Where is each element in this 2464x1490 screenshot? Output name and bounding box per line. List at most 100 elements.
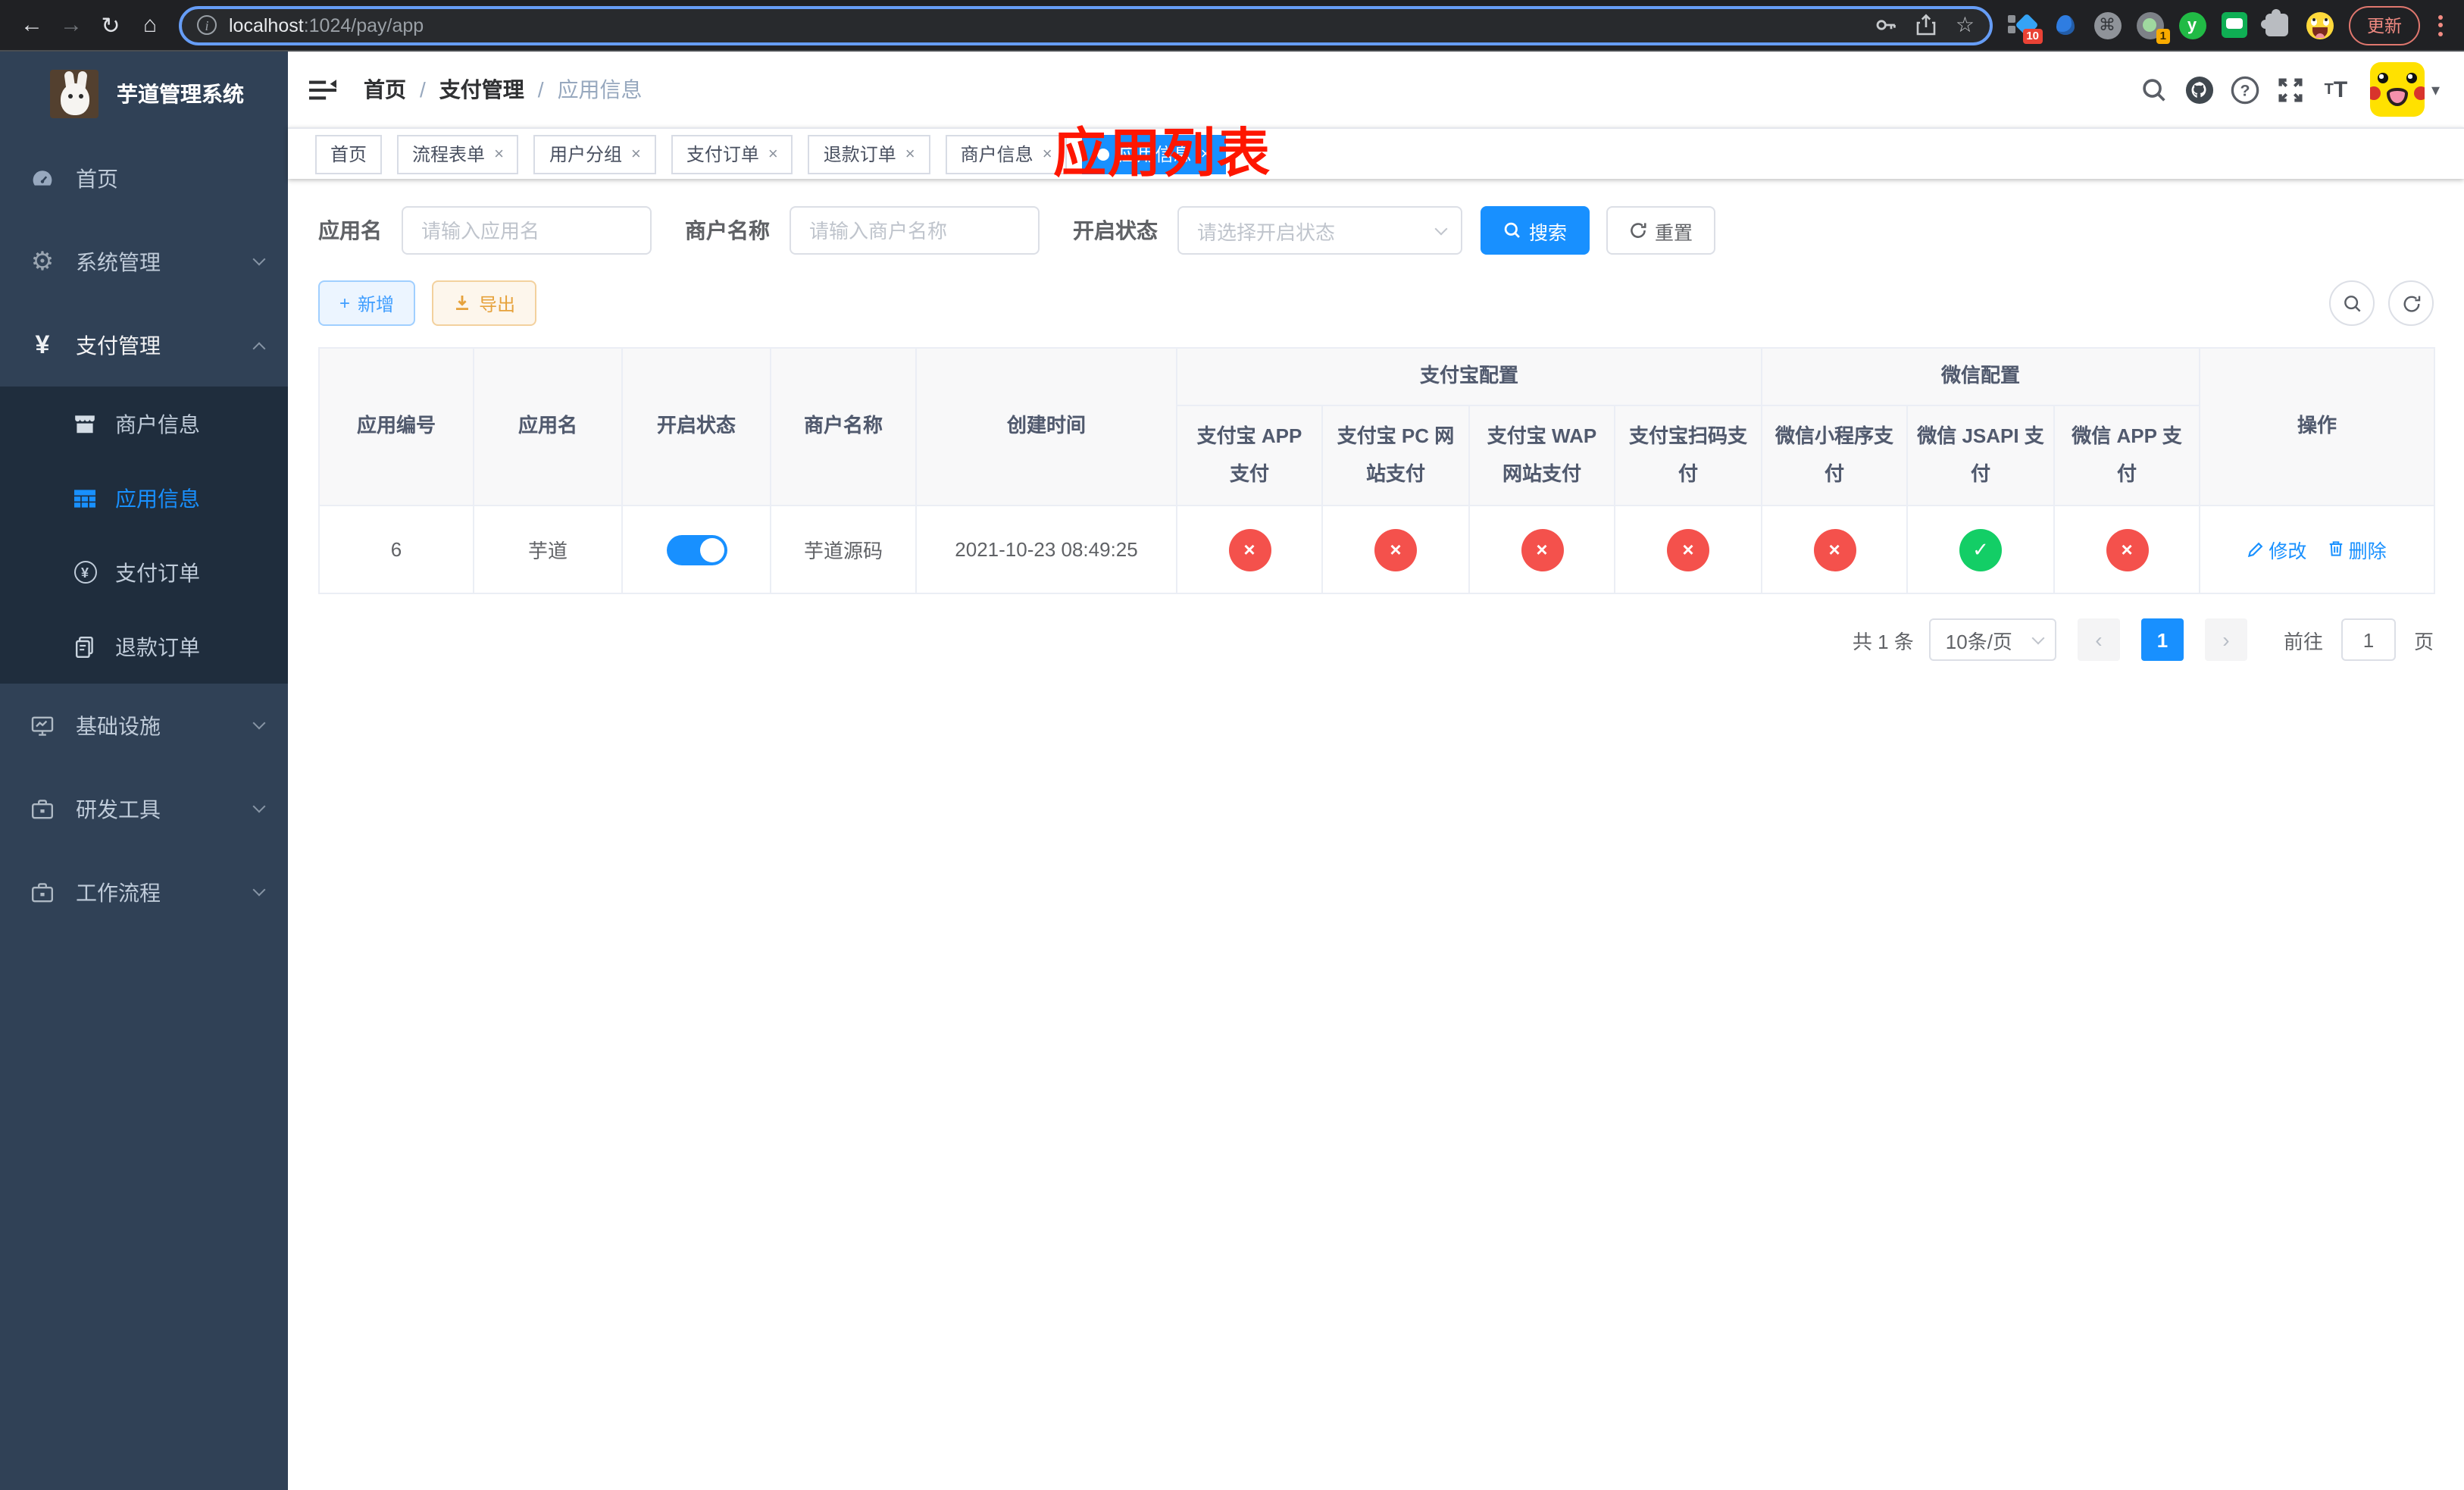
extension-proxy-icon[interactable]: 1 xyxy=(2135,11,2170,44)
col-wechat-jsapi: 微信 JSAPI 支付 xyxy=(1906,405,2056,506)
logo-image xyxy=(50,70,98,118)
extension-balloon-icon[interactable] xyxy=(2050,11,2079,39)
col-alipay-pc: 支付宝 PC 网站支付 xyxy=(1321,405,1470,506)
edit-link[interactable]: 修改 xyxy=(2247,536,2306,565)
tag-refund-order[interactable]: 退款订单 × xyxy=(808,134,930,174)
annotation-title: 应用列表 xyxy=(1053,124,1272,183)
font-size-icon[interactable]: TT xyxy=(2313,67,2359,112)
pagination: 共 1 条 10条/页 ‹ 1 › 前往 页 xyxy=(318,618,2434,661)
search-button[interactable]: 搜索 xyxy=(1481,206,1590,255)
refresh-icon-button[interactable] xyxy=(2388,280,2434,326)
merchant-name-input[interactable] xyxy=(790,206,1040,255)
page-content: 应用名 商户名称 开启状态 请选择开启状态 搜索 重置 xyxy=(288,179,2464,1490)
close-icon[interactable]: × xyxy=(768,145,778,163)
browser-back-icon[interactable]: ← xyxy=(12,5,52,45)
header-search-icon[interactable] xyxy=(2131,67,2177,112)
toggle-search-icon-button[interactable] xyxy=(2329,280,2375,326)
page-size-select[interactable]: 10条/页 xyxy=(1928,618,2056,661)
chevron-down-icon xyxy=(252,883,266,897)
sidebar-item-pay-order[interactable]: ¥ 支付订单 xyxy=(0,535,288,609)
chevron-down-icon xyxy=(252,800,266,813)
tag-home[interactable]: 首页 xyxy=(315,134,383,174)
next-page-button[interactable]: › xyxy=(2204,618,2247,661)
password-key-icon[interactable] xyxy=(1875,14,1898,36)
sidebar-item-merchant-info[interactable]: 商户信息 xyxy=(0,387,288,461)
browser-home-icon[interactable]: ⌂ xyxy=(130,5,170,45)
github-icon[interactable] xyxy=(2177,67,2222,112)
grid-icon xyxy=(73,486,97,510)
sidebar-fold-icon[interactable] xyxy=(309,78,336,101)
goto-suffix: 页 xyxy=(2413,630,2434,653)
sidebar-item-workflow[interactable]: 工作流程 xyxy=(0,850,288,934)
close-icon[interactable]: × xyxy=(631,145,641,163)
table-row: 6 芋道 芋道源码 2021-10-23 08:49:25 × × × × × … xyxy=(318,505,2436,594)
goto-page-input[interactable] xyxy=(2340,618,2396,661)
browser-reload-icon[interactable]: ↻ xyxy=(91,5,130,45)
extension-badge: 10 xyxy=(2022,28,2043,44)
extension-devtools-icon[interactable]: 10 xyxy=(2008,11,2043,44)
merchant-name-label: 商户名称 xyxy=(685,218,770,243)
svg-text:?: ? xyxy=(2240,81,2250,99)
extension-y-icon[interactable]: y xyxy=(2178,11,2206,39)
sidebar-item-payment[interactable]: ¥ 支付管理 xyxy=(0,303,288,387)
status-select[interactable]: 请选择开启状态 xyxy=(1177,206,1462,255)
add-button[interactable]: + 新增 xyxy=(318,280,416,326)
breadcrumb-home[interactable]: 首页 xyxy=(364,74,406,105)
col-group-wechat: 微信配置 xyxy=(1761,347,2201,406)
breadcrumb-current: 应用信息 xyxy=(557,77,643,102)
browser-forward-icon[interactable]: → xyxy=(52,5,91,45)
sidebar-item-dev-tools[interactable]: 研发工具 xyxy=(0,767,288,850)
share-icon[interactable] xyxy=(1916,14,1937,36)
total-count: 共 1 条 xyxy=(1852,630,1914,653)
toolbox-icon xyxy=(30,797,55,821)
col-app-name: 应用名 xyxy=(473,347,623,506)
sidebar-item-system[interactable]: ⚙ 系统管理 xyxy=(0,220,288,303)
reset-button[interactable]: 重置 xyxy=(1606,206,1716,255)
extension-command-icon[interactable]: ⌘ xyxy=(2093,11,2122,39)
tag-merchant-info[interactable]: 商户信息 × xyxy=(945,134,1068,174)
col-wechat-app: 微信 APP 支付 xyxy=(2053,405,2201,506)
chevron-down-icon xyxy=(252,252,266,266)
extension-chat-icon[interactable] xyxy=(2220,11,2249,39)
extensions-puzzle-icon[interactable] xyxy=(2261,9,2291,39)
help-icon[interactable]: ? xyxy=(2222,67,2268,112)
cell-created-at: 2021-10-23 08:49:25 xyxy=(915,505,1177,594)
prev-page-button[interactable]: ‹ xyxy=(2077,618,2120,661)
address-bar[interactable]: i localhost :1024/pay/app ☆ xyxy=(179,5,1993,45)
col-operations: 操作 xyxy=(2199,347,2436,506)
avatar-caret-down-icon[interactable]: ▾ xyxy=(2431,80,2440,99)
tag-user-group[interactable]: 用户分组 × xyxy=(533,134,656,174)
sidebar-item-home[interactable]: 首页 xyxy=(0,136,288,220)
app-name-input[interactable] xyxy=(402,206,652,255)
close-icon[interactable]: × xyxy=(905,145,915,163)
export-button[interactable]: 导出 xyxy=(432,280,537,326)
close-icon[interactable]: × xyxy=(494,145,504,163)
sidebar-item-app-info[interactable]: 应用信息 xyxy=(0,461,288,535)
user-avatar[interactable] xyxy=(2370,62,2425,117)
col-app-id: 应用编号 xyxy=(318,347,474,506)
tags-view: 首页 流程表单 × 用户分组 × 支付订单 × 退款订单 × 商户信息 × 应用… xyxy=(288,127,2464,179)
alipay-qr-disabled-icon: × xyxy=(1667,528,1709,571)
filter-form: 应用名 商户名称 开启状态 请选择开启状态 搜索 重置 xyxy=(318,206,2434,255)
delete-link[interactable]: 删除 xyxy=(2328,535,2387,564)
browser-menu-icon[interactable] xyxy=(2429,14,2452,36)
sidebar-item-refund-order[interactable]: 退款订单 xyxy=(0,609,288,684)
wechat-app-disabled-icon: × xyxy=(2106,528,2149,571)
extension-emoji-icon[interactable] xyxy=(2305,11,2334,39)
status-toggle[interactable] xyxy=(666,534,727,565)
cell-status xyxy=(621,505,771,594)
monitor-icon xyxy=(30,713,55,737)
fullscreen-icon[interactable] xyxy=(2268,67,2313,112)
tag-process-form[interactable]: 流程表单 × xyxy=(397,134,519,174)
url-path: :1024/pay/app xyxy=(303,14,424,36)
sidebar-item-infra[interactable]: 基础设施 xyxy=(0,684,288,767)
site-info-icon[interactable]: i xyxy=(197,15,217,35)
breadcrumb-payment[interactable]: 支付管理 xyxy=(439,74,524,105)
logo-row[interactable]: 芋道管理系统 xyxy=(0,52,288,136)
tag-pay-order[interactable]: 支付订单 × xyxy=(671,134,793,174)
cell-merchant: 芋道源码 xyxy=(770,505,917,594)
bookmark-star-icon[interactable]: ☆ xyxy=(1956,12,1975,38)
close-icon[interactable]: × xyxy=(1043,145,1052,163)
browser-update-button[interactable]: 更新 xyxy=(2349,5,2420,45)
page-1-button[interactable]: 1 xyxy=(2140,618,2184,661)
